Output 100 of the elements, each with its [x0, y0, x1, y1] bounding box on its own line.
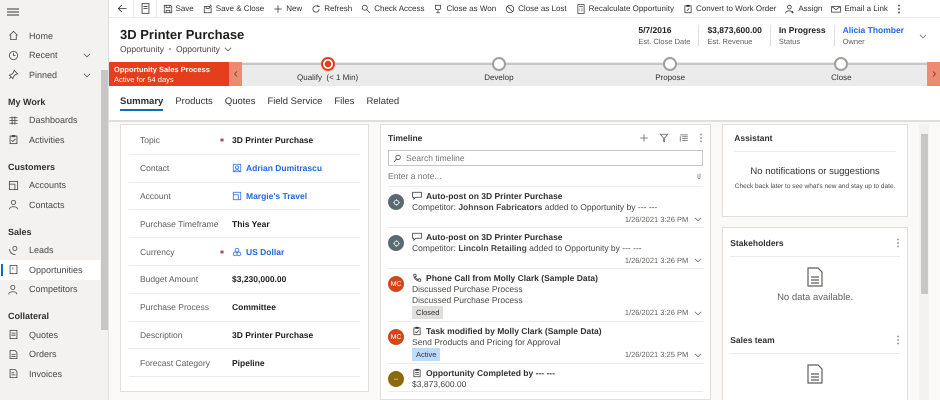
- nav-item[interactable]: Competitors: [0, 280, 100, 299]
- field-label: Budget Amount: [140, 274, 200, 284]
- search-icon: [393, 154, 402, 163]
- tab[interactable]: Products: [175, 94, 213, 111]
- phone-person-icon: [8, 244, 19, 256]
- card-title: Timeline: [388, 133, 424, 143]
- save-icon: [162, 4, 172, 14]
- tab[interactable]: Quotes: [224, 94, 256, 111]
- document-icon: [8, 329, 19, 340]
- process-stage[interactable]: Close: [756, 57, 927, 86]
- toolbar-button[interactable]: Save: [159, 0, 198, 17]
- filter-button[interactable]: [659, 133, 670, 143]
- plus-icon: [273, 4, 284, 14]
- entry-title: Task modified by Molly Clark (Sample Data): [426, 326, 602, 336]
- process-stage[interactable]: Qualify (< 1 Min): [242, 57, 414, 86]
- pin-icon: [8, 69, 19, 80]
- field-value: $3,230,000.00: [232, 274, 286, 284]
- contact-icon: [232, 163, 242, 174]
- entry-title: Opportunity Completed by --- ---: [426, 368, 555, 378]
- attach-button[interactable]: [695, 171, 704, 181]
- field-value: Pipeline: [232, 358, 265, 368]
- toolbar-button[interactable]: New: [270, 0, 306, 17]
- toolbar-button[interactable]: Close as Lost: [502, 0, 570, 17]
- form-selector[interactable]: Opportunity: [176, 44, 233, 54]
- scrollbar-thumb[interactable]: [100, 70, 108, 330]
- lookup-link[interactable]: Margie's Travel: [232, 190, 308, 201]
- toolbar-button[interactable]: Assign: [782, 0, 826, 17]
- search-field[interactable]: Search timeline: [388, 150, 704, 166]
- person-icon: [8, 284, 19, 295]
- nav-item[interactable]: Accounts: [0, 176, 100, 195]
- paperclip-icon: [695, 171, 704, 181]
- more-icon[interactable]: [896, 238, 900, 248]
- nav-item[interactable]: Pinned: [0, 65, 100, 84]
- header-value: In Progress: [778, 25, 826, 35]
- envelope-icon: [831, 4, 842, 14]
- toolbar-button[interactable]: Recalculate Opportunity: [572, 0, 678, 17]
- section-heading: Sales: [7, 226, 33, 238]
- calculator-icon: [576, 4, 586, 14]
- nav-item[interactable]: Quotes: [0, 325, 100, 344]
- field-label: Topic: [140, 135, 161, 146]
- nav-item[interactable]: Activities: [0, 130, 100, 150]
- comment-icon: [412, 191, 422, 201]
- field-value: This Year: [232, 218, 270, 229]
- nav-item[interactable]: Orders: [0, 344, 100, 364]
- field-label: Currency: [140, 246, 176, 257]
- toolbar-button[interactable]: Save & Close: [199, 0, 268, 17]
- add-button[interactable]: [639, 133, 650, 143]
- more-icon: [896, 4, 901, 14]
- required-icon: [220, 250, 224, 254]
- entity-name: Opportunity: [120, 44, 164, 54]
- entry-title: Phone Call from Molly Clark (Sample Data): [426, 273, 598, 283]
- nav-item[interactable]: Contacts: [0, 195, 100, 214]
- scrollbar-thumb[interactable]: [920, 134, 928, 294]
- refresh-icon: [311, 4, 322, 14]
- toolbar-button[interactable]: Close as Won: [430, 0, 500, 17]
- note-field[interactable]: Enter a note...: [388, 171, 696, 181]
- document-icon: [8, 264, 19, 276]
- nav-item[interactable]: Leads: [0, 240, 100, 260]
- document-icon: [140, 3, 150, 14]
- process-stage[interactable]: Propose: [584, 57, 756, 86]
- lookup-link[interactable]: US Dollar: [232, 246, 284, 257]
- save-icon: [202, 4, 213, 14]
- field-value: 3D Printer Purchase: [232, 330, 314, 340]
- filter-icon: [659, 133, 670, 143]
- nav-item[interactable]: Invoices: [0, 364, 100, 384]
- field-label: Forecast Category: [140, 358, 211, 368]
- section-heading: Collateral: [7, 310, 50, 323]
- toolbar-button[interactable]: Check Access: [358, 0, 428, 17]
- nav-item[interactable]: Opportunities: [0, 260, 100, 280]
- process-stage[interactable]: Develop: [413, 57, 584, 86]
- clock-icon: [8, 50, 19, 61]
- toolbar-button[interactable]: Convert to Work Order: [680, 0, 780, 17]
- clipboard-icon: [683, 4, 693, 14]
- tab[interactable]: Summary: [120, 94, 164, 111]
- toolbar-button[interactable]: Refresh: [308, 0, 356, 17]
- card-title: Assistant: [734, 133, 772, 143]
- list-icon: [679, 133, 690, 143]
- nav-item[interactable]: Recent: [0, 46, 100, 65]
- tab[interactable]: Related: [366, 94, 400, 111]
- required-icon: [220, 138, 224, 142]
- nav-item[interactable]: Dashboards: [0, 110, 100, 130]
- nav-item[interactable]: Home: [0, 26, 100, 46]
- sort-button[interactable]: [679, 133, 690, 143]
- more-button[interactable]: [699, 133, 704, 143]
- entry-title: Auto-post on 3D Printer Purchase: [426, 232, 563, 242]
- field-label: Purchase Timeframe: [140, 218, 220, 229]
- document-icon: [8, 348, 19, 360]
- field-label: Description: [140, 330, 184, 340]
- tab[interactable]: Field Service: [267, 94, 322, 111]
- header-value: 5/7/2016: [638, 25, 672, 35]
- document-icon: [807, 267, 824, 287]
- more-icon[interactable]: [896, 335, 900, 345]
- tab[interactable]: Files: [334, 94, 354, 111]
- person-icon: [785, 4, 796, 14]
- owner-link[interactable]: Alicia Thomber: [842, 25, 904, 35]
- lookup-link[interactable]: Adrian Dumitrascu: [232, 163, 322, 174]
- toolbar-button[interactable]: Email a Link: [828, 0, 892, 17]
- field-value: 3D Printer Purchase: [232, 135, 314, 146]
- menu-icon[interactable]: [7, 7, 19, 17]
- entry-title: Auto-post on 3D Printer Purchase: [426, 191, 563, 201]
